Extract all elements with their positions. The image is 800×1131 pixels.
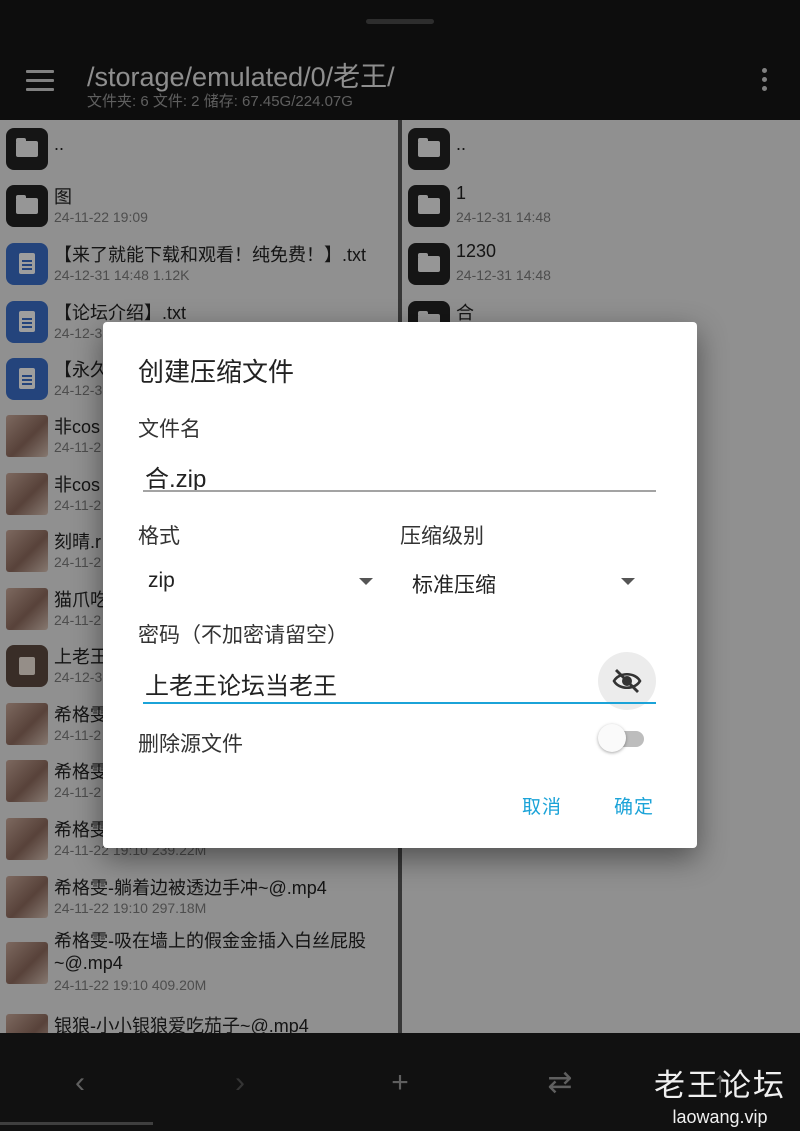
chevron-down-icon[interactable] <box>359 578 373 585</box>
filename-label: 文件名 <box>138 418 201 441</box>
filename-input[interactable]: 合.zip <box>145 459 206 494</box>
chevron-down-icon[interactable] <box>621 578 635 585</box>
format-label: 格式 <box>138 525 180 548</box>
watermark: 老王论坛 laowang.vip <box>650 1060 790 1128</box>
confirm-button[interactable]: 确定 <box>614 792 654 819</box>
password-input[interactable]: 上老王论坛当老王 <box>145 666 337 701</box>
filename-underline <box>143 490 656 492</box>
password-underline <box>143 702 656 704</box>
toggle-thumb[interactable] <box>598 724 626 752</box>
compression-level-select[interactable]: 标准压缩 <box>412 569 496 599</box>
dialog-title: 创建压缩文件 <box>138 357 295 387</box>
watermark-title: 老王论坛 <box>654 1068 786 1103</box>
password-label: 密码（不加密请留空） <box>138 624 348 647</box>
watermark-url: laowang.vip <box>672 1107 768 1127</box>
delete-source-label: 删除源文件 <box>138 733 243 756</box>
format-select[interactable]: zip <box>148 569 175 593</box>
create-archive-dialog: 创建压缩文件 文件名 合.zip 格式 压缩级别 zip 标准压缩 密码（不加密… <box>103 322 697 848</box>
compression-level-label: 压缩级别 <box>400 525 484 548</box>
cancel-button[interactable]: 取消 <box>522 792 562 819</box>
